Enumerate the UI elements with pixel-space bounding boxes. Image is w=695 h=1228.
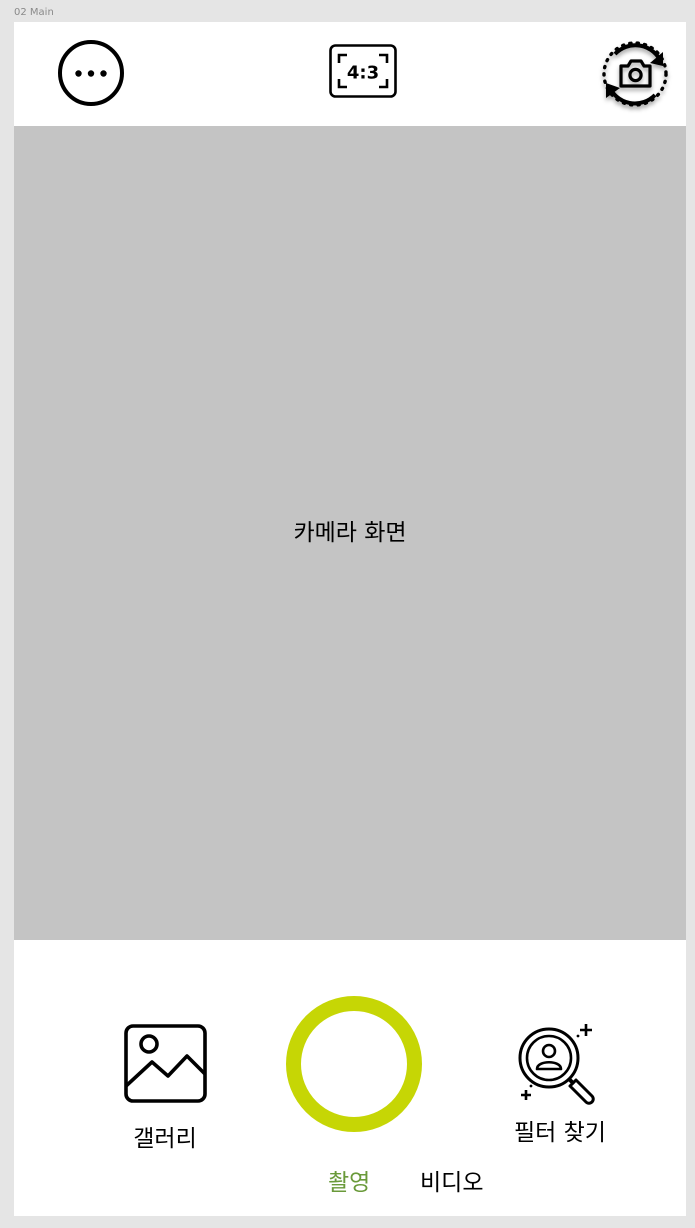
main-screen: 4:3 카메라 화면 갤러리 필터 찾기 촬영 비디오 — [14, 22, 686, 1216]
more-icon — [58, 40, 124, 106]
frame-label: 02 Main — [14, 7, 54, 18]
more-button[interactable] — [57, 39, 125, 107]
bottom-controls: 갤러리 필터 찾기 촬영 비디오 — [14, 940, 686, 1216]
aspect-ratio-text: 4:3 — [347, 63, 379, 84]
camera-flip-icon — [602, 41, 668, 107]
filter-search-label: 필터 찾기 — [514, 1120, 606, 1146]
top-bar: 4:3 — [14, 22, 686, 126]
camera-flip-button[interactable] — [597, 36, 673, 116]
viewfinder-placeholder-text: 카메라 화면 — [293, 520, 407, 546]
filter-search-button[interactable]: 필터 찾기 — [498, 1024, 618, 1154]
aspect-ratio-button[interactable]: 4:3 — [327, 42, 399, 102]
aspect-ratio-icon: 4:3 — [329, 44, 397, 98]
mode-tab-photo[interactable]: 촬영 — [328, 1168, 370, 1198]
gallery-icon — [124, 1024, 207, 1103]
filter-search-icon — [518, 1024, 595, 1105]
camera-viewfinder[interactable]: 카메라 화면 — [14, 126, 686, 940]
mode-tab-video[interactable]: 비디오 — [420, 1168, 483, 1198]
gallery-label: 갤러리 — [133, 1126, 197, 1152]
gallery-button[interactable]: 갤러리 — [110, 1024, 220, 1154]
shutter-button[interactable] — [286, 996, 422, 1132]
